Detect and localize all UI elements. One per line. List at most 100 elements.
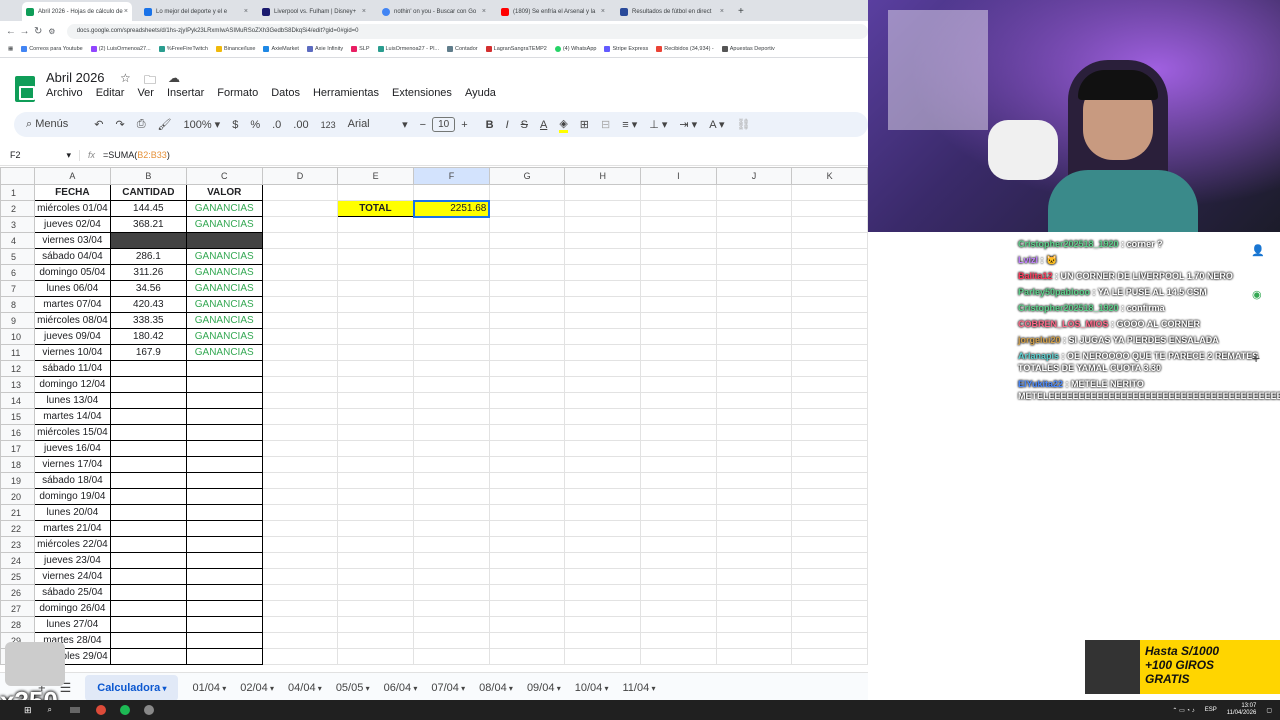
cell[interactable] <box>715 248 793 265</box>
cell[interactable] <box>261 280 339 297</box>
cell[interactable] <box>488 184 566 201</box>
new-tab-button[interactable]: + <box>734 2 748 21</box>
cell-fecha[interactable]: domingo 26/04 <box>33 600 111 617</box>
cell[interactable] <box>337 376 415 393</box>
sheet-tab[interactable]: 01/04 ▾ <box>192 682 226 694</box>
cell[interactable] <box>564 456 642 473</box>
apps-icon[interactable]: ▦ <box>8 46 13 52</box>
cell[interactable] <box>564 584 642 601</box>
cell[interactable] <box>791 360 868 377</box>
cell-fecha[interactable]: lunes 13/04 <box>33 392 111 409</box>
bookmark-item[interactable]: Axie Infinity <box>306 46 343 52</box>
cell[interactable] <box>791 376 868 393</box>
cell[interactable] <box>791 328 868 345</box>
cell[interactable] <box>640 184 717 201</box>
cell[interactable] <box>488 408 566 425</box>
cell-valor[interactable] <box>185 392 263 409</box>
formula-input[interactable]: =SUMA(B2:B33) <box>103 150 170 160</box>
cell[interactable] <box>413 440 490 457</box>
cell[interactable] <box>640 520 717 537</box>
cell[interactable] <box>791 456 868 473</box>
cell[interactable] <box>413 296 490 313</box>
cell-fecha[interactable]: jueves 09/04 <box>33 328 111 345</box>
cell[interactable] <box>640 232 717 249</box>
app-icon[interactable] <box>144 705 155 715</box>
cell-fecha[interactable]: martes 21/04 <box>33 520 111 537</box>
chat-username[interactable]: Lvizl <box>1018 255 1038 265</box>
cell-fecha[interactable]: sábado 18/04 <box>33 472 111 489</box>
cell-fecha[interactable]: jueves 16/04 <box>33 440 111 457</box>
cell[interactable] <box>715 408 793 425</box>
menu-archivo[interactable]: Archivo <box>46 87 83 99</box>
cell[interactable] <box>488 440 566 457</box>
header-valor[interactable]: VALOR <box>185 184 263 201</box>
cell-valor[interactable]: GANANCIAS <box>185 280 263 297</box>
browser-tab-5[interactable]: (1809) Se enfría el Arsenal y la × <box>497 2 609 21</box>
cell[interactable] <box>791 264 868 281</box>
cell[interactable] <box>488 616 566 633</box>
row-header[interactable]: 20 <box>0 488 35 505</box>
cell-cantidad[interactable] <box>109 376 187 393</box>
cell[interactable] <box>715 456 793 473</box>
bookmark-item[interactable]: Binance/luxe <box>215 46 255 52</box>
cell[interactable] <box>564 440 642 457</box>
cell[interactable] <box>640 408 717 425</box>
cell-cantidad[interactable] <box>109 360 187 377</box>
cell-cantidad[interactable]: 338.35 <box>109 312 187 329</box>
cell-valor[interactable] <box>185 632 263 649</box>
cell[interactable] <box>791 424 868 441</box>
cell[interactable] <box>488 552 566 569</box>
row-header[interactable]: 1 <box>0 184 35 201</box>
cell-cantidad[interactable]: 420.43 <box>109 296 187 313</box>
cell[interactable] <box>564 568 642 585</box>
cell[interactable] <box>413 616 490 633</box>
cell-cantidad[interactable]: 286.1 <box>109 248 187 265</box>
cell[interactable] <box>715 648 793 665</box>
cell[interactable] <box>261 552 339 569</box>
cell[interactable] <box>715 520 793 537</box>
cell-cantidad[interactable]: 34.56 <box>109 280 187 297</box>
cell[interactable] <box>715 200 793 217</box>
cell[interactable] <box>488 472 566 489</box>
cell[interactable] <box>488 536 566 553</box>
cell-valor[interactable]: GANANCIAS <box>185 200 263 217</box>
currency-button[interactable]: $ <box>232 119 238 131</box>
cell[interactable] <box>261 232 339 249</box>
cell[interactable] <box>715 600 793 617</box>
cell[interactable] <box>640 280 717 297</box>
cell[interactable] <box>488 376 566 393</box>
cell[interactable] <box>261 600 339 617</box>
cell[interactable] <box>564 296 642 313</box>
cell-fecha[interactable]: miércoles 15/04 <box>33 424 111 441</box>
cell[interactable] <box>413 248 490 265</box>
chat-username[interactable]: Cristopher202518_1920 <box>1018 303 1119 313</box>
row-header[interactable]: 27 <box>0 600 35 617</box>
chat-username[interactable]: Cristopher202518_1920 <box>1018 239 1119 249</box>
cell[interactable] <box>640 328 717 345</box>
cell[interactable] <box>337 392 415 409</box>
cell[interactable] <box>261 328 339 345</box>
cloud-status-icon[interactable]: ☁ <box>168 71 180 85</box>
cell[interactable] <box>413 216 490 233</box>
cell[interactable] <box>564 552 642 569</box>
column-header[interactable]: D <box>261 167 339 185</box>
language-indicator[interactable]: ESP <box>1205 707 1217 713</box>
row-header[interactable]: 2 <box>0 200 35 217</box>
cell[interactable] <box>715 360 793 377</box>
cell[interactable] <box>715 504 793 521</box>
cell[interactable] <box>261 488 339 505</box>
cell[interactable] <box>261 520 339 537</box>
cell-fecha[interactable]: viernes 24/04 <box>33 568 111 585</box>
cell[interactable] <box>337 616 415 633</box>
bookmark-item[interactable]: (4) WhatsApp <box>554 46 596 52</box>
cell-cantidad[interactable]: 144.45 <box>109 200 187 217</box>
cell[interactable] <box>791 232 868 249</box>
cell-cantidad[interactable] <box>109 584 187 601</box>
cell[interactable] <box>791 648 868 665</box>
cell[interactable] <box>715 584 793 601</box>
cell[interactable] <box>564 248 642 265</box>
cell[interactable] <box>564 280 642 297</box>
row-header[interactable]: 24 <box>0 552 35 569</box>
sheets-logo-icon[interactable] <box>15 76 35 102</box>
sheet-tab[interactable]: 07/04 ▾ <box>431 682 465 694</box>
